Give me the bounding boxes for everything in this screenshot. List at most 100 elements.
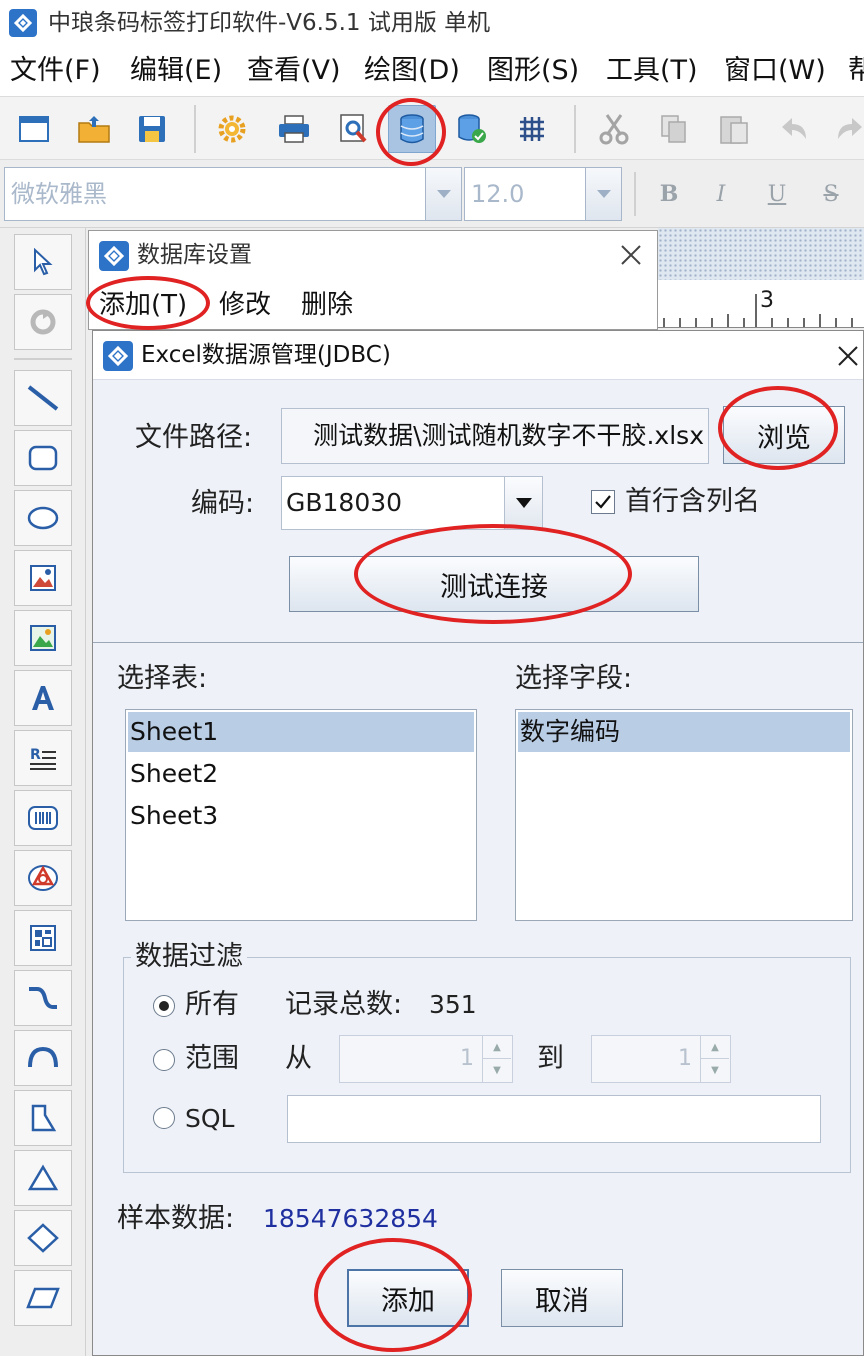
close-icon[interactable] xyxy=(833,341,863,371)
open-icon[interactable] xyxy=(70,105,118,153)
menu-tools[interactable]: 工具(T) xyxy=(606,52,698,90)
palette-separator xyxy=(14,358,72,360)
header-row-label: 首行含列名 xyxy=(625,486,760,517)
save-icon[interactable] xyxy=(128,105,176,153)
font-family-select[interactable]: 微软雅黑 xyxy=(4,167,462,221)
chevron-down-icon[interactable] xyxy=(425,168,461,220)
range-to-value: 1 xyxy=(678,1046,692,1071)
bold-button[interactable]: B xyxy=(650,174,688,214)
barcode-tool-icon[interactable] xyxy=(14,790,72,846)
menu-help[interactable]: 帮 xyxy=(848,52,864,90)
horizontal-ruler: 3 xyxy=(658,280,864,328)
file-path-value: 测试数据\测试随机数字不干胶.xlsx xyxy=(313,421,704,450)
filter-sql-label: SQL xyxy=(185,1104,235,1133)
database-connect-icon[interactable] xyxy=(448,105,496,153)
rounded-rect-tool-icon[interactable] xyxy=(14,430,72,486)
redo-icon[interactable] xyxy=(826,105,864,153)
filter-all-label: 所有 xyxy=(185,989,239,1020)
field-item-number-code[interactable]: 数字编码 xyxy=(518,712,850,752)
chevron-down-icon[interactable] xyxy=(585,168,621,220)
test-connection-button[interactable]: 测试连接 xyxy=(289,556,699,612)
chevron-down-icon[interactable] xyxy=(504,477,542,529)
arc-tool-icon[interactable] xyxy=(14,1030,72,1086)
range-from-stepper[interactable]: ▲ ▼ xyxy=(482,1036,512,1082)
encoding-select[interactable]: GB18030 xyxy=(281,476,543,530)
cut-icon[interactable] xyxy=(590,105,638,153)
app-logo-icon xyxy=(97,239,131,273)
cancel-button[interactable]: 取消 xyxy=(501,1269,623,1327)
encoding-label: 编码: xyxy=(191,488,255,519)
line-tool-icon[interactable] xyxy=(14,370,72,426)
chevron-up-icon[interactable]: ▲ xyxy=(483,1036,511,1059)
copy-icon[interactable] xyxy=(650,105,698,153)
sample-data-value: 18547632854 xyxy=(263,1204,438,1233)
rich-text-tool-icon[interactable]: R xyxy=(14,730,72,786)
triangle-tool-icon[interactable] xyxy=(14,1150,72,1206)
text-tool-icon[interactable] xyxy=(14,670,72,726)
menu-file[interactable]: 文件(F) xyxy=(10,52,101,90)
menu-draw[interactable]: 绘图(D) xyxy=(364,52,460,90)
polygon-tool-icon[interactable] xyxy=(14,1090,72,1146)
range-from-input[interactable]: 1 ▲ ▼ xyxy=(339,1035,513,1083)
picture-tool-icon[interactable] xyxy=(14,610,72,666)
filter-all-radio[interactable] xyxy=(153,995,175,1017)
tool-palette: R xyxy=(0,228,86,1356)
filter-range-label: 范围 xyxy=(185,1043,239,1074)
close-icon[interactable] xyxy=(613,237,649,273)
grid-icon[interactable] xyxy=(508,105,556,153)
filter-sql-radio[interactable] xyxy=(153,1107,175,1129)
settings-gear-icon[interactable] xyxy=(208,105,256,153)
menu-shape[interactable]: 图形(S) xyxy=(487,52,579,90)
filter-range-radio[interactable] xyxy=(153,1049,175,1071)
underline-button[interactable]: U xyxy=(758,174,796,214)
database-settings-window: 数据库设置 添加(T) 修改 删除 xyxy=(88,230,658,330)
curve-tool-icon[interactable] xyxy=(14,970,72,1026)
font-size-select[interactable]: 12.0 xyxy=(464,167,622,221)
range-from-value: 1 xyxy=(460,1046,474,1071)
menu-edit[interactable]: 编辑(E) xyxy=(130,52,222,90)
file-path-input[interactable]: 测试数据\测试随机数字不干胶.xlsx xyxy=(281,408,709,464)
header-row-checkbox[interactable] xyxy=(591,490,615,514)
table-item-sheet2[interactable]: Sheet2 xyxy=(128,754,474,794)
table-item-sheet1[interactable]: Sheet1 xyxy=(128,712,474,752)
db-menu-delete[interactable]: 删除 xyxy=(301,285,353,325)
diamond-tool-icon[interactable] xyxy=(14,1210,72,1266)
range-to-input[interactable]: 1 ▲ ▼ xyxy=(591,1035,731,1083)
undo-icon[interactable] xyxy=(770,105,818,153)
db-menu-edit[interactable]: 修改 xyxy=(219,285,271,325)
chevron-up-icon[interactable]: ▲ xyxy=(701,1036,729,1059)
field-list[interactable]: 数字编码 xyxy=(515,709,853,921)
sample-data-label: 样本数据: xyxy=(117,1203,235,1234)
chevron-down-icon[interactable]: ▼ xyxy=(483,1059,511,1082)
qr-code-tool-icon[interactable] xyxy=(14,910,72,966)
qr-logo-tool-icon[interactable] xyxy=(14,850,72,906)
table-item-sheet3[interactable]: Sheet3 xyxy=(128,796,474,836)
database-settings-title: 数据库设置 xyxy=(137,242,252,268)
database-icon[interactable] xyxy=(388,105,436,153)
sql-input[interactable] xyxy=(287,1095,821,1143)
table-list[interactable]: Sheet1 Sheet2 Sheet3 xyxy=(125,709,477,921)
print-preview-icon[interactable] xyxy=(330,105,378,153)
parallelogram-tool-icon[interactable] xyxy=(14,1270,72,1326)
range-to-stepper[interactable]: ▲ ▼ xyxy=(700,1036,730,1082)
ruler-corner xyxy=(658,228,864,280)
italic-button[interactable]: I xyxy=(702,174,740,214)
menu-view[interactable]: 查看(V) xyxy=(247,52,341,90)
browse-button[interactable]: 浏览 xyxy=(723,406,845,464)
strikethrough-button[interactable]: S xyxy=(812,174,850,214)
add-button[interactable]: 添加 xyxy=(347,1269,469,1327)
ellipse-tool-icon[interactable] xyxy=(14,490,72,546)
dialog-title: Excel数据源管理(JDBC) xyxy=(141,342,391,368)
ruler-label: 3 xyxy=(760,288,774,313)
print-icon[interactable] xyxy=(270,105,318,153)
chevron-down-icon[interactable]: ▼ xyxy=(701,1059,729,1082)
image-tool-icon[interactable] xyxy=(14,550,72,606)
menu-window[interactable]: 窗口(W) xyxy=(724,52,826,90)
new-icon[interactable] xyxy=(10,105,58,153)
select-arrow-icon[interactable] xyxy=(14,234,72,290)
db-menu-add[interactable]: 添加(T) xyxy=(99,285,187,325)
app-logo-icon xyxy=(8,8,38,38)
paste-icon[interactable] xyxy=(710,105,758,153)
rotate-icon[interactable] xyxy=(14,294,72,350)
menu-bar: 文件(F) 编辑(E) 查看(V) 绘图(D) 图形(S) 工具(T) 窗口(W… xyxy=(0,46,864,96)
